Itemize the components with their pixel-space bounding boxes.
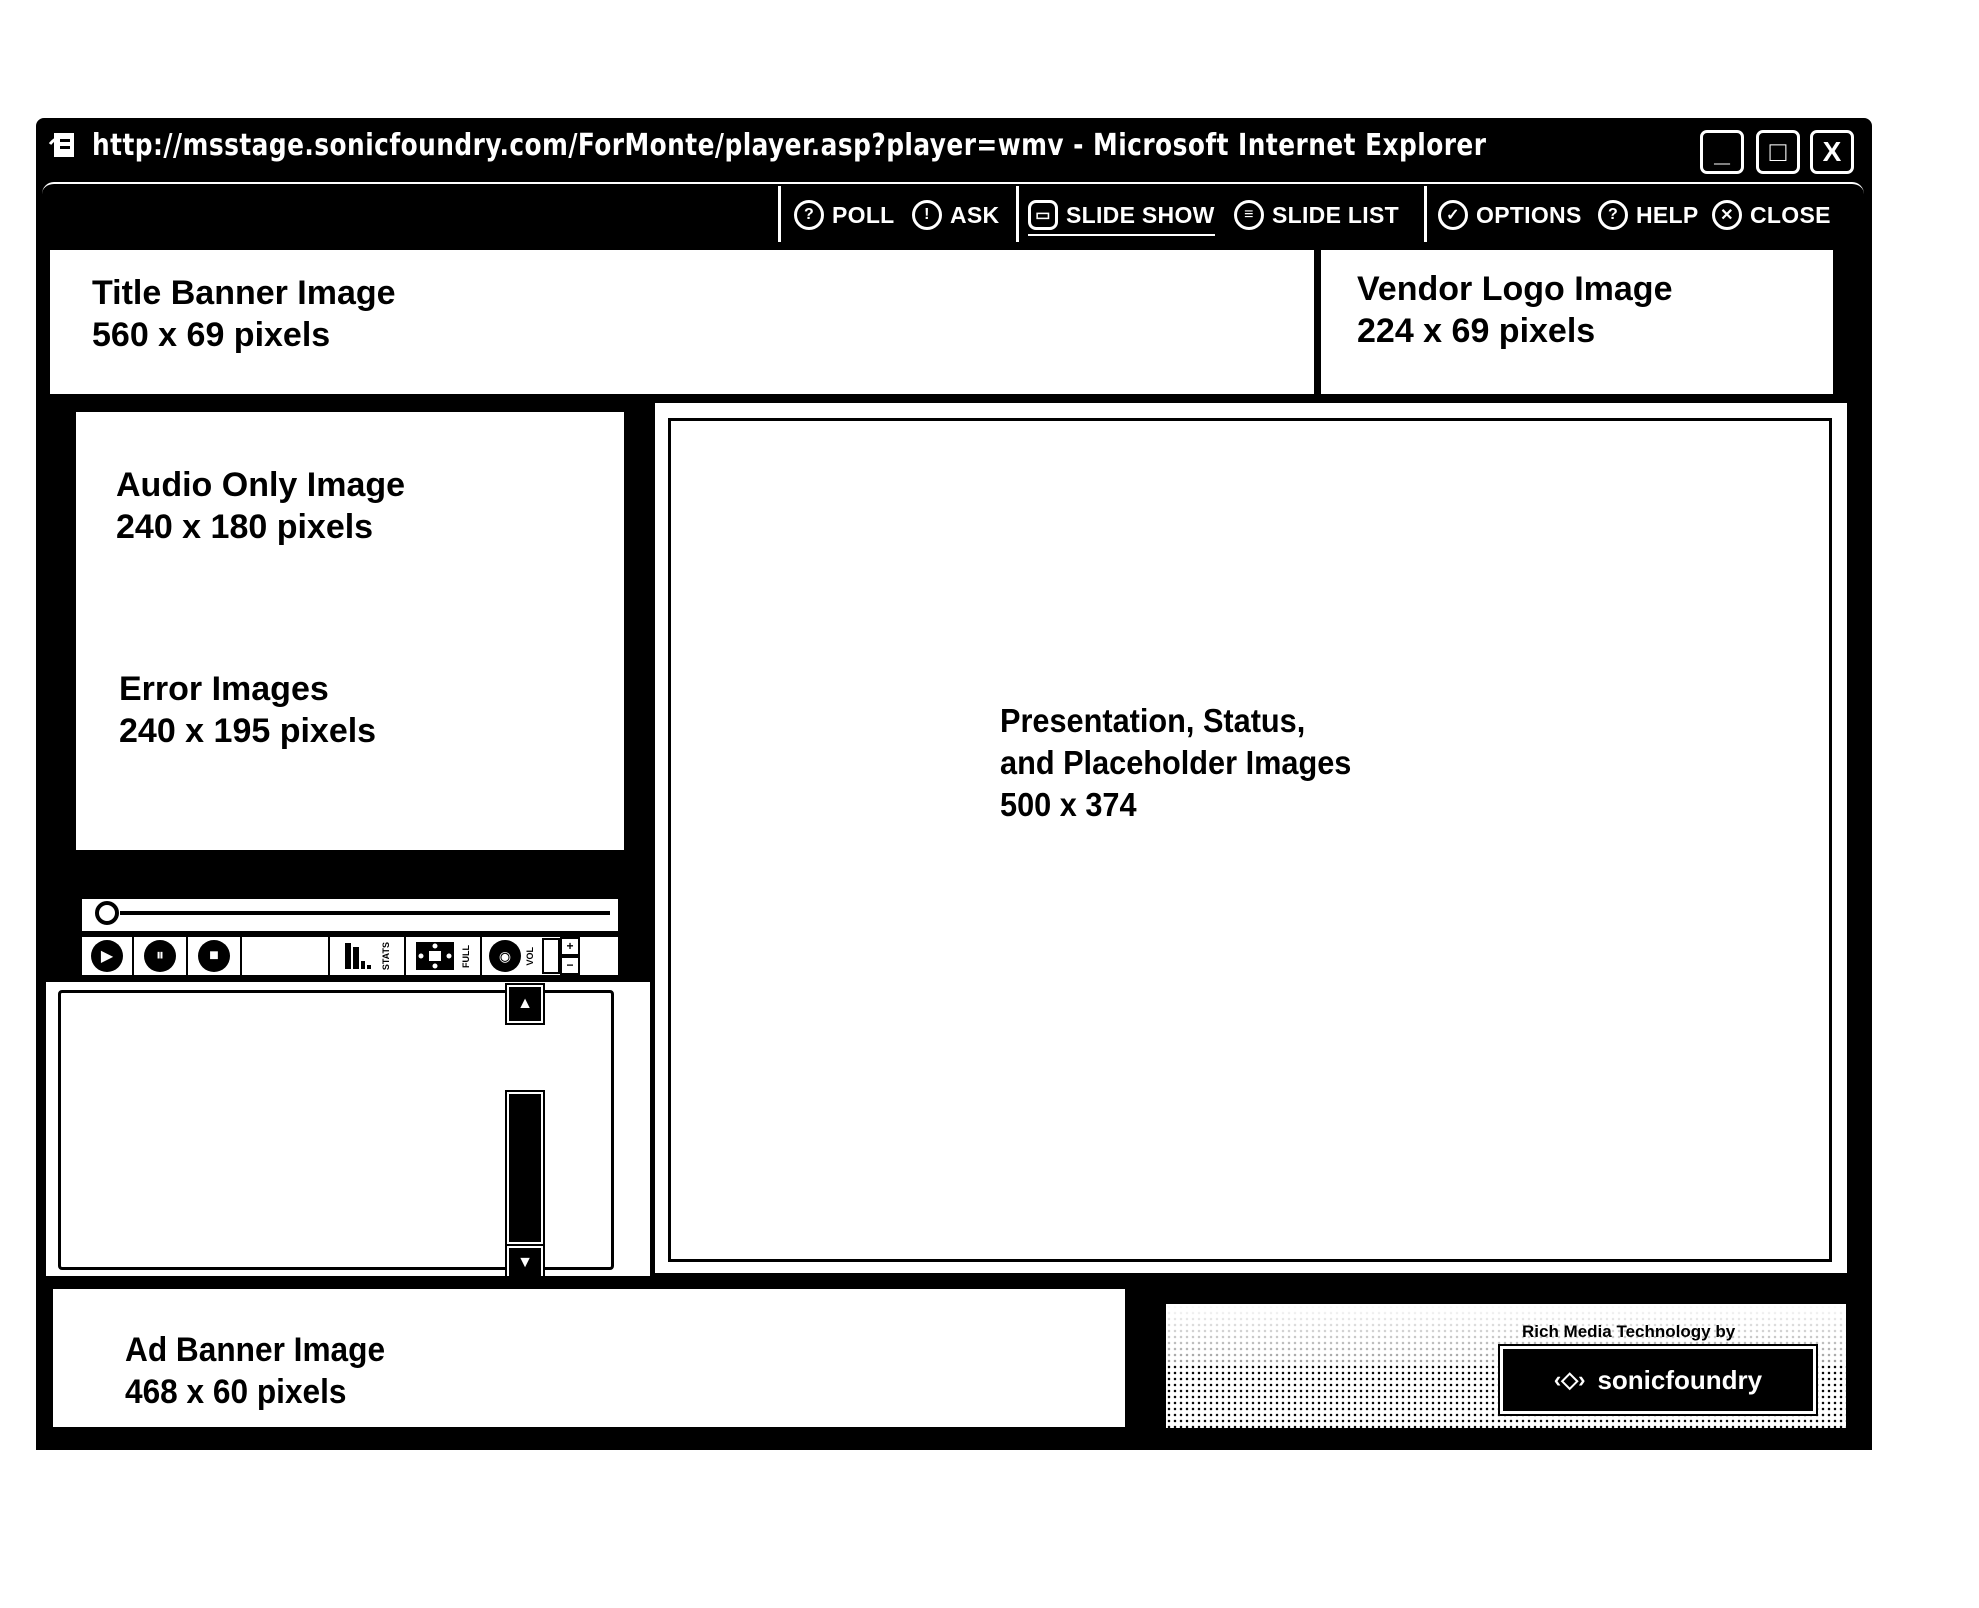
- mute-button[interactable]: ◉ VOL: [482, 937, 542, 975]
- title-banner-name: Title Banner Image: [92, 274, 396, 312]
- player-status-bar: [80, 852, 620, 892]
- presentation-line-2: and Placeholder Images: [1000, 744, 1352, 781]
- scroll-down-button[interactable]: ▼: [505, 1244, 545, 1282]
- play-icon: ▶: [91, 940, 123, 972]
- pause-button[interactable]: ⏸: [134, 937, 188, 975]
- ad-banner-size: 468 x 60 pixels: [125, 1373, 347, 1411]
- slide-list-icon: ≡: [1234, 200, 1264, 230]
- options-icon: ✓: [1438, 200, 1468, 230]
- presentation-line-1: Presentation, Status,: [1000, 702, 1306, 739]
- stats-bar-chart-icon: [345, 943, 371, 969]
- presentation-size: 500 x 374: [1000, 786, 1137, 823]
- controls-spacer: [242, 937, 330, 975]
- ask-icon: !: [912, 200, 942, 230]
- arrow-down-icon: ▼: [517, 1254, 533, 1271]
- minimize-icon: _: [1714, 136, 1730, 167]
- vendor-logo-image: Vendor Logo Image 224 x 69 pixels: [1318, 250, 1833, 394]
- slide-show-button[interactable]: ▭ SLIDE SHOW: [1028, 196, 1215, 236]
- scrollbar-thumb[interactable]: [505, 1090, 545, 1246]
- close-icon: ✕: [1712, 200, 1742, 230]
- title-banner-size: 560 x 69 pixels: [92, 316, 331, 354]
- ie-page-icon: [48, 133, 74, 157]
- arrow-up-icon: ▲: [517, 995, 533, 1012]
- stats-button[interactable]: STATS: [330, 937, 406, 975]
- vendor-logo-name: Vendor Logo Image: [1357, 270, 1673, 308]
- error-images-size: 240 x 195 pixels: [119, 712, 377, 750]
- title-banner-image: Title Banner Image 560 x 69 pixels: [50, 250, 1314, 394]
- close-x-icon: X: [1822, 136, 1842, 167]
- vol-label: VOL: [525, 946, 535, 966]
- player-screen: Audio Only Image 240 x 180 pixels Error …: [76, 412, 624, 850]
- volume-level[interactable]: [542, 938, 560, 974]
- window-close-button[interactable]: X: [1810, 130, 1854, 174]
- maximize-button[interactable]: □: [1756, 130, 1800, 174]
- seek-bar[interactable]: [80, 897, 620, 933]
- pause-icon: ⏸: [144, 940, 176, 972]
- slide-show-icon: ▭: [1028, 200, 1058, 230]
- audio-only-size: 240 x 180 pixels: [116, 508, 374, 546]
- help-icon: ?: [1598, 200, 1628, 230]
- minimize-button[interactable]: _: [1700, 130, 1744, 174]
- speaker-icon: ◉: [489, 940, 521, 972]
- audio-only-name: Audio Only Image: [116, 466, 406, 504]
- volume-up-button[interactable]: +: [560, 937, 580, 956]
- seek-track[interactable]: [120, 911, 610, 915]
- sonicfoundry-logo-text: sonicfoundry: [1597, 1364, 1763, 1395]
- maximize-icon: □: [1769, 136, 1787, 167]
- error-images-name: Error Images: [119, 670, 329, 708]
- help-button[interactable]: ? HELP: [1598, 196, 1699, 234]
- window-title: http://msstage.sonicfoundry.com/ForMonte…: [92, 128, 1487, 163]
- poll-button[interactable]: ? POLL: [794, 196, 895, 234]
- stop-icon: ■: [198, 940, 230, 972]
- fullscreen-button[interactable]: FULL: [406, 937, 482, 975]
- play-button[interactable]: ▶: [82, 937, 134, 975]
- presentation-label: Presentation, Status, and Placeholder Im…: [1000, 700, 1351, 826]
- seek-handle[interactable]: [95, 901, 119, 925]
- volume-down-button[interactable]: −: [560, 956, 580, 975]
- volume-stepper: + −: [560, 937, 580, 975]
- presentation-image: [668, 418, 1832, 1262]
- ask-button[interactable]: ! ASK: [912, 196, 999, 234]
- sonicfoundry-diamond-icon: ‹◇›: [1553, 1367, 1586, 1392]
- vendor-logo-size: 224 x 69 pixels: [1357, 312, 1596, 350]
- ad-banner-name: Ad Banner Image: [125, 1331, 386, 1369]
- stats-label: STATS: [381, 941, 391, 971]
- scroll-up-button[interactable]: ▲: [505, 983, 545, 1025]
- options-button[interactable]: ✓ OPTIONS: [1438, 196, 1582, 234]
- fullscreen-icon: [416, 942, 454, 970]
- close-button[interactable]: ✕ CLOSE: [1712, 196, 1831, 234]
- slide-list-button[interactable]: ≡ SLIDE LIST: [1234, 196, 1399, 234]
- full-label: FULL: [461, 944, 471, 968]
- ad-banner-image[interactable]: Ad Banner Image 468 x 60 pixels: [50, 1286, 1128, 1430]
- poll-icon: ?: [794, 200, 824, 230]
- sonicfoundry-logo[interactable]: ‹◇› sonicfoundry: [1498, 1344, 1818, 1416]
- branding-caption: Rich Media Technology by: [1522, 1322, 1736, 1341]
- stop-button[interactable]: ■: [188, 937, 242, 975]
- player-controls: ▶ ⏸ ■ STATS FULL ◉ VOL + −: [80, 935, 620, 977]
